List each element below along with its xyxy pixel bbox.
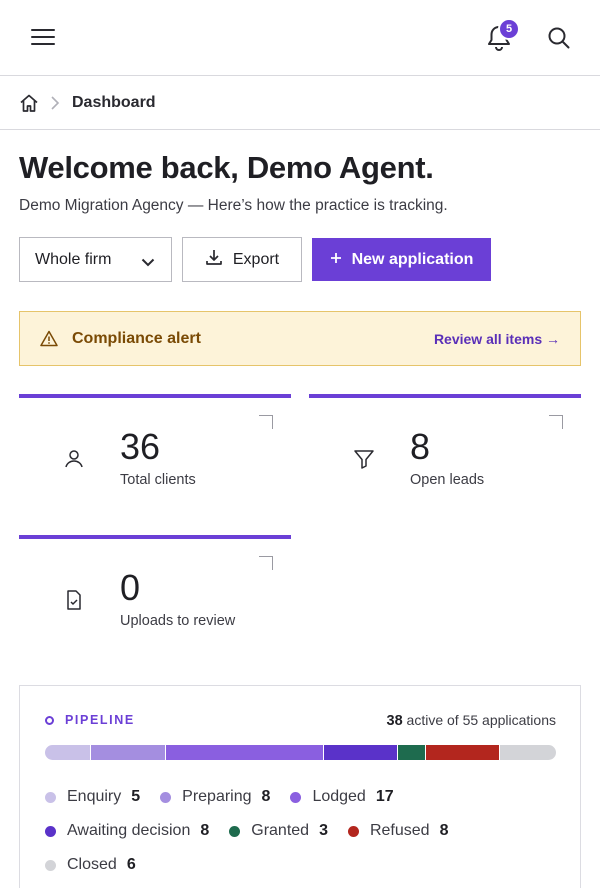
pipeline-summary: 38 active of 55 applications [387,712,556,729]
legend-dot [290,791,302,803]
top-bar: 5 [0,0,600,76]
expand-corner-icon [259,415,273,429]
scope-select-value: Whole firm [35,250,112,268]
hamburger-menu-icon[interactable] [31,27,55,47]
stat-label: Uploads to review [120,613,236,629]
legend-dot [45,825,56,837]
chevron-down-icon [141,254,155,267]
stat-card-total-clients[interactable]: 36 Total clients [19,394,291,518]
pipeline-card: PIPELINE 38 active of 55 applications En… [19,685,581,888]
stat-label: Total clients [120,472,196,488]
legend-label: Lodged [312,788,366,805]
legend-dot [45,859,56,871]
breadcrumb: Dashboard [0,77,600,130]
legend-item-preparing[interactable]: Preparing 8 [160,788,270,806]
alert-title: Compliance alert [72,330,201,347]
warning-icon [40,330,58,347]
page-subtitle: Demo Migration Agency — Here’s how the p… [19,197,448,214]
search-icon[interactable] [547,26,571,50]
download-icon [205,248,223,271]
stat-value: 0 [120,567,141,608]
expand-corner-icon [549,415,563,429]
stat-card-uploads-to-review[interactable]: 0 Uploads to review [19,535,291,659]
legend-count: 17 [375,788,394,805]
compliance-alert: Compliance alert Review all items → [19,311,581,366]
stat-value: 8 [410,426,431,467]
pipeline-segment-preparing [91,745,166,760]
legend-item-granted[interactable]: Granted 3 [229,822,328,840]
legend-count: 8 [200,822,210,839]
legend-label: Refused [369,822,430,839]
legend-label: Awaiting decision [67,822,191,839]
pipeline-segment-awaiting-decision [323,745,399,760]
legend-dot [347,825,359,837]
breadcrumb-current: Dashboard [72,94,156,111]
home-icon[interactable] [19,93,39,113]
pipeline-summary-text: active of 55 applications [402,712,556,728]
legend-count: 6 [126,856,136,873]
stat-card-open-leads[interactable]: 8 Open leads [309,394,581,518]
pipeline-segment-enquiry [45,745,92,760]
legend-item-refused[interactable]: Refused 8 [347,822,449,840]
legend-label: Closed [67,856,117,873]
legend-label: Enquiry [67,788,122,805]
document-check-icon [63,589,85,611]
legend-count: 5 [131,788,141,805]
pipeline-active-count: 38 [386,713,403,729]
legend-label: Granted [251,822,310,839]
pipeline-legend: Enquiry 5 Preparing 8 Lodged 17 Awaiting decis… [45,780,565,882]
review-all-link[interactable]: Review all items → [434,331,560,347]
legend-row: Awaiting decision 8 Granted 3 Refused 8 [45,814,565,848]
scope-select[interactable]: Whole firm [19,237,172,282]
page-title: Welcome back, Demo Agent. [19,150,434,185]
new-application-button[interactable]: New application [312,238,491,281]
legend-dot [45,791,56,803]
legend-item-closed[interactable]: Closed 6 [45,856,136,874]
export-button-label: Export [232,250,280,268]
stat-label: Open leads [410,472,485,488]
expand-corner-icon [259,556,273,570]
legend-item-lodged[interactable]: Lodged 17 [290,788,394,806]
pipeline-ring-icon [45,716,54,725]
legend-row: Closed 6 [45,848,565,882]
legend-label: Preparing [182,788,252,805]
export-button[interactable]: Export [182,237,302,282]
filter-icon [353,448,375,470]
notification-count-badge: 5 [498,18,520,40]
pipeline-segment-lodged [165,745,324,760]
legend-count: 3 [319,822,328,839]
legend-row: Enquiry 5 Preparing 8 Lodged 17 [45,780,565,814]
legend-item-enquiry[interactable]: Enquiry 5 [45,788,140,806]
pipeline-segment-closed [500,745,556,760]
stat-value: 36 [120,426,161,467]
legend-count: 8 [439,822,449,839]
plus-icon [330,251,342,269]
legend-dot [229,825,241,837]
legend-count: 8 [261,788,271,805]
pipeline-title: PIPELINE [65,713,135,727]
pipeline-segment-refused [425,745,501,760]
user-icon [63,448,85,470]
pipeline-segment-granted [398,745,426,760]
legend-item-awaiting-decision[interactable]: Awaiting decision 8 [45,822,209,840]
chevron-right-icon [50,95,60,111]
legend-dot [160,791,172,803]
pipeline-progress-bar [45,745,556,760]
new-application-label: New application [351,250,474,268]
